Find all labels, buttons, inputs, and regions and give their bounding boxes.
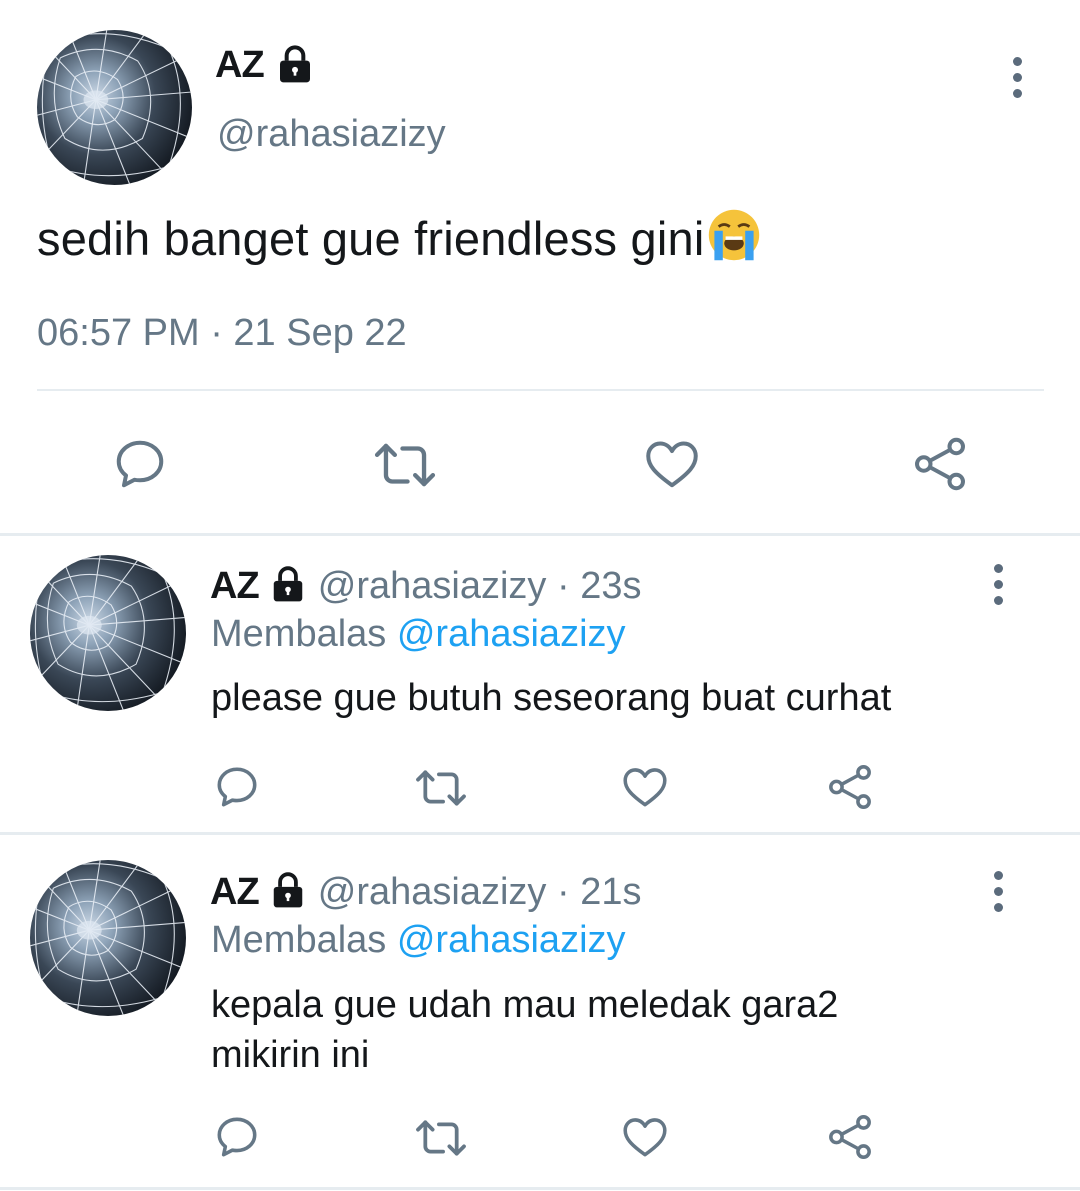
reply-button[interactable] (110, 434, 170, 494)
avatar-image (37, 30, 192, 185)
display-name[interactable]: AZ (215, 44, 315, 87)
like-icon (646, 441, 698, 488)
divider (0, 1187, 1080, 1190)
username[interactable]: @rahasiazizy (318, 565, 547, 607)
display-name-text: AZ (215, 44, 265, 86)
reply-time: 23s (580, 565, 642, 607)
like-icon (623, 1118, 667, 1157)
mention-link[interactable]: @rahasiazizy (397, 613, 626, 655)
reply-header: AZ @rahasiazizy · 23s (210, 565, 642, 608)
reply-text: kepala gue udah mau meledak gara2 mikiri… (211, 984, 839, 1076)
retweet-icon (374, 443, 436, 487)
dot-separator: · (546, 565, 581, 607)
share-icon (829, 1115, 871, 1159)
reply-icon (116, 440, 164, 488)
avatar[interactable] (37, 30, 192, 185)
reply-button[interactable] (212, 762, 262, 812)
replying-to: Membalas @rahasiazizy (211, 919, 626, 962)
username[interactable]: @rahasiazizy (217, 113, 446, 156)
tweet-timestamp: 06:57 PM · 21 Sep 22 (37, 312, 407, 354)
like-button[interactable] (620, 762, 670, 812)
retweet-icon (416, 1120, 466, 1156)
retweet-button[interactable] (413, 765, 469, 811)
more-options-icon[interactable] (991, 871, 1005, 919)
avatar-image (30, 860, 186, 1016)
divider (0, 533, 1080, 536)
reply-button[interactable] (212, 1112, 262, 1162)
share-button[interactable] (910, 434, 970, 494)
reply-time: 21s (580, 871, 642, 913)
avatar-image (30, 555, 186, 711)
replying-label: Membalas (211, 919, 387, 961)
replying-label: Membalas (211, 613, 387, 655)
share-button[interactable] (825, 1112, 875, 1162)
retweet-icon (416, 770, 466, 806)
crying-emoji-icon (709, 209, 760, 261)
share-icon (829, 765, 871, 809)
reply-text: please gue butuh seseorang buat curhat (211, 677, 892, 719)
lock-icon (273, 872, 303, 908)
tweet-text-content: sedih banget gue friendless gini (37, 212, 705, 265)
more-options-icon[interactable] (1010, 57, 1024, 105)
reply-header: AZ @rahasiazizy · 21s (210, 871, 642, 914)
dot-separator: · (546, 871, 581, 913)
display-name[interactable]: AZ (210, 565, 260, 607)
lock-icon (273, 566, 303, 602)
avatar[interactable] (30, 860, 186, 1016)
share-icon (914, 437, 966, 491)
replying-to: Membalas @rahasiazizy (211, 613, 626, 656)
like-button[interactable] (620, 1112, 670, 1162)
like-icon (623, 768, 667, 807)
reply-icon (217, 1117, 257, 1157)
divider (0, 832, 1080, 835)
like-button[interactable] (641, 434, 703, 494)
mention-link[interactable]: @rahasiazizy (397, 919, 626, 961)
username[interactable]: @rahasiazizy (318, 871, 547, 913)
more-options-icon[interactable] (991, 564, 1005, 612)
divider (37, 389, 1044, 391)
display-name[interactable]: AZ (210, 871, 260, 913)
retweet-button[interactable] (372, 436, 438, 494)
share-button[interactable] (825, 762, 875, 812)
tweet-text: sedih banget gue friendless gini (37, 207, 762, 266)
lock-icon (280, 45, 311, 83)
retweet-button[interactable] (413, 1115, 469, 1161)
avatar[interactable] (30, 555, 186, 711)
reply-icon (217, 767, 257, 807)
